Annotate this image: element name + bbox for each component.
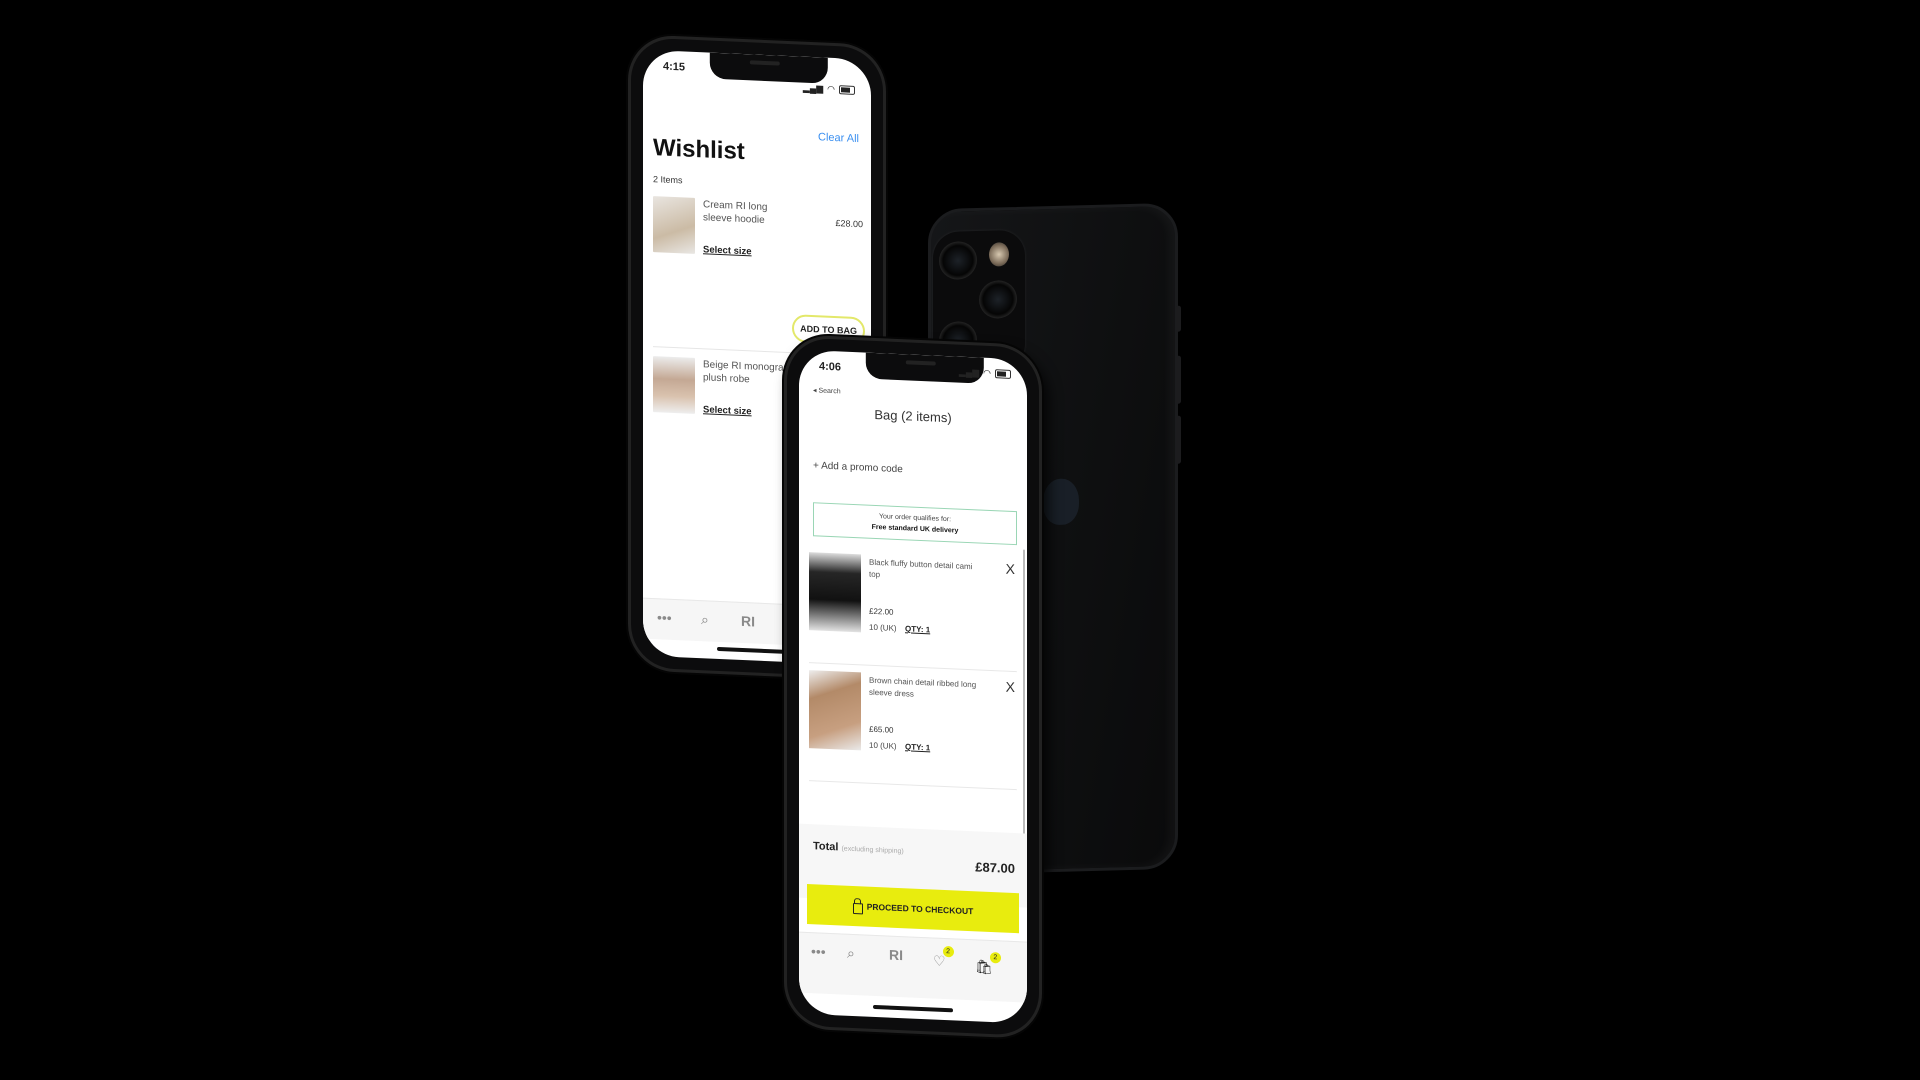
more-tab[interactable]: ••• bbox=[657, 609, 672, 626]
home-tab-logo[interactable]: RI bbox=[741, 613, 755, 630]
battery-icon bbox=[839, 85, 855, 95]
wishlist-badge: 2 bbox=[942, 945, 954, 958]
select-size-link[interactable]: Select size bbox=[703, 404, 752, 417]
quantity-selector[interactable]: QTY: 1 bbox=[905, 742, 930, 752]
product-price: £28.00 bbox=[835, 218, 863, 230]
side-button bbox=[1176, 415, 1181, 464]
delivery-banner: Your order qualifies for: Free standard … bbox=[813, 502, 1017, 546]
more-tab[interactable]: ••• bbox=[811, 943, 826, 960]
lock-icon bbox=[852, 902, 863, 914]
product-image[interactable] bbox=[809, 552, 861, 633]
battery-icon bbox=[995, 369, 1011, 379]
clear-all-link[interactable]: Clear All bbox=[818, 131, 859, 145]
bag-badge: 2 bbox=[989, 951, 1001, 964]
camera-lens-icon bbox=[939, 240, 977, 280]
signal-icon: ▂▄▆ bbox=[958, 366, 980, 378]
page-title: Bag (2 items) bbox=[874, 406, 952, 426]
checkout-label: PROCEED TO CHECKOUT bbox=[866, 901, 974, 917]
wifi-icon: ◠ bbox=[827, 83, 835, 95]
page-title: Wishlist bbox=[653, 134, 745, 166]
product-size: 10 (UK) bbox=[869, 622, 897, 633]
product-price: £22.00 bbox=[869, 606, 894, 617]
search-tab-icon[interactable]: ⌕ bbox=[701, 611, 709, 628]
home-indicator bbox=[873, 1004, 953, 1013]
remove-item-button[interactable]: X bbox=[1006, 679, 1015, 695]
total-note: (excluding shipping) bbox=[841, 845, 904, 856]
wishlist-item[interactable]: Cream RI long sleeve hoodie £28.00 Selec… bbox=[653, 196, 863, 261]
product-name[interactable]: Beige RI monogram plush robe bbox=[703, 358, 793, 388]
tab-bar: ••• ⌕ RI ♡ 2 🛍︎ 2 bbox=[799, 931, 1027, 1003]
bag-item: Black fluffy button detail cami top X £2… bbox=[809, 550, 1017, 673]
status-time: 4:06 bbox=[819, 360, 842, 374]
bag-phone: 4:06 ▂▄▆ ◠ ◂ Search Bag (2 items) + Add … bbox=[784, 334, 1042, 1040]
item-count: 2 Items bbox=[653, 174, 683, 186]
product-name[interactable]: Brown chain detail ribbed long sleeve dr… bbox=[869, 675, 979, 704]
status-time: 4:15 bbox=[663, 60, 686, 74]
flash-icon bbox=[989, 242, 1009, 267]
status-icons: ▂▄▆ ◠ bbox=[803, 83, 855, 96]
bag-tab-icon[interactable]: 🛍︎ 2 bbox=[975, 951, 1001, 976]
bag-screen: 4:06 ▂▄▆ ◠ ◂ Search Bag (2 items) + Add … bbox=[799, 349, 1027, 1024]
status-icons: ▂▄▆ ◠ bbox=[959, 367, 1011, 380]
product-size: 10 (UK) bbox=[869, 740, 897, 751]
product-image[interactable] bbox=[809, 670, 861, 751]
camera-lens-icon bbox=[979, 279, 1017, 319]
wifi-icon: ◠ bbox=[983, 367, 991, 379]
search-tab-icon[interactable]: ⌕ bbox=[847, 945, 855, 962]
home-tab-logo[interactable]: RI bbox=[889, 947, 903, 964]
total-label: Total (excluding shipping) bbox=[813, 840, 904, 856]
side-button bbox=[1176, 305, 1181, 332]
proceed-to-checkout-button[interactable]: PROCEED TO CHECKOUT bbox=[807, 884, 1019, 934]
apple-logo-icon bbox=[1043, 478, 1079, 526]
select-size-link[interactable]: Select size bbox=[703, 244, 752, 257]
banner-line2: Free standard UK delivery bbox=[871, 523, 959, 535]
scrollbar[interactable] bbox=[1023, 549, 1025, 880]
product-name[interactable]: Cream RI long sleeve hoodie bbox=[703, 198, 793, 228]
side-button bbox=[1176, 355, 1181, 404]
notch bbox=[709, 52, 828, 84]
wishlist-tab-heart-icon[interactable]: ♡ 2 bbox=[933, 945, 954, 971]
quantity-selector[interactable]: QTY: 1 bbox=[905, 624, 930, 634]
product-price: £65.00 bbox=[869, 724, 894, 735]
back-to-search-link[interactable]: ◂ Search bbox=[813, 386, 841, 395]
bag-item: Brown chain detail ribbed long sleeve dr… bbox=[809, 668, 1017, 791]
remove-item-button[interactable]: X bbox=[1006, 561, 1015, 577]
product-name[interactable]: Black fluffy button detail cami top bbox=[869, 557, 979, 586]
total-value: £87.00 bbox=[975, 859, 1015, 877]
signal-icon: ▂▄▆ bbox=[802, 82, 824, 94]
product-image[interactable] bbox=[653, 196, 695, 254]
add-promo-code-button[interactable]: + Add a promo code bbox=[813, 460, 903, 475]
total-label-text: Total bbox=[813, 840, 839, 854]
product-image[interactable] bbox=[653, 356, 695, 414]
